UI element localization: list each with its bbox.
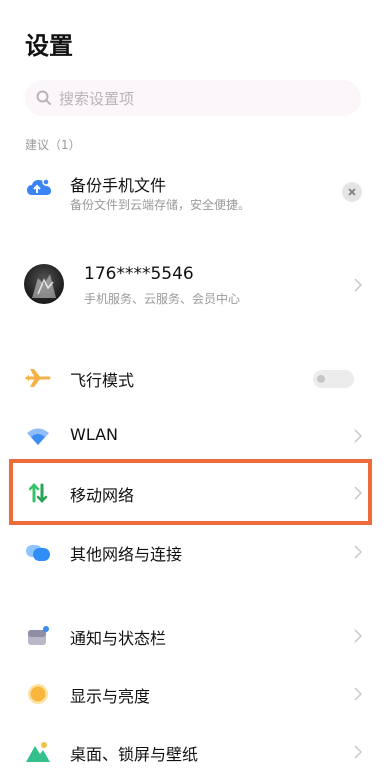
close-icon	[348, 188, 356, 196]
airplane-mode-label: 飞行模式	[70, 371, 135, 390]
chevron-right-icon	[354, 745, 362, 759]
other-networks-label: 其他网络与连接	[70, 545, 183, 564]
search-icon	[36, 90, 51, 105]
settings-item-wlan[interactable]: WLAN	[0, 412, 390, 460]
search-input[interactable]: 搜索设置项	[25, 80, 361, 116]
wlan-label: WLAN	[70, 425, 119, 444]
settings-item-display[interactable]: 显示与亮度	[0, 670, 390, 718]
highlight-box	[9, 459, 372, 525]
account-phone: 176****5546	[84, 264, 194, 284]
avatar-image	[32, 274, 56, 298]
wifi-icon	[27, 428, 49, 445]
settings-item-notifications[interactable]: 通知与状态栏	[0, 612, 390, 660]
connections-icon	[26, 545, 50, 561]
settings-item-other-networks[interactable]: 其他网络与连接	[0, 528, 390, 576]
display-label: 显示与亮度	[70, 687, 151, 706]
airplane-mode-toggle[interactable]	[313, 370, 354, 388]
suggestion-title: 备份手机文件	[70, 176, 167, 195]
suggestions-label: 建议（1）	[25, 138, 81, 152]
brightness-icon	[28, 684, 48, 704]
notification-icon	[28, 626, 49, 645]
chevron-right-icon	[354, 687, 362, 701]
chevron-right-icon	[354, 629, 362, 643]
wallpaper-label: 桌面、锁屏与壁纸	[70, 745, 199, 764]
notifications-label: 通知与状态栏	[70, 629, 167, 648]
suggestion-backup[interactable]: 备份手机文件 备份文件到云端存储，安全便捷。	[0, 166, 390, 216]
search-placeholder: 搜索设置项	[59, 89, 135, 108]
avatar	[24, 264, 64, 304]
cloud-backup-icon	[27, 178, 51, 195]
airplane-icon	[25, 369, 51, 387]
suggestion-subtitle: 备份文件到云端存储，安全便捷。	[70, 198, 251, 212]
account-row[interactable]: 176****5546 手机服务、云服务、会员中心	[0, 254, 390, 316]
chevron-right-icon	[354, 545, 362, 559]
chevron-right-icon	[354, 429, 362, 443]
settings-item-wallpaper[interactable]: 桌面、锁屏与壁纸	[0, 728, 390, 776]
dismiss-suggestion-button[interactable]	[342, 182, 362, 202]
account-subtitle: 手机服务、云服务、会员中心	[84, 292, 241, 306]
toggle-knob	[317, 375, 325, 383]
page-title: 设置	[25, 32, 73, 60]
chevron-right-icon	[354, 278, 362, 292]
settings-item-airplane-mode[interactable]: 飞行模式	[0, 354, 390, 402]
wallpaper-icon	[26, 742, 50, 762]
settings-screen: 设置 搜索设置项 建议（1） 备份手机文件 备份文件到云端存储，安全便捷。 17…	[0, 0, 390, 778]
